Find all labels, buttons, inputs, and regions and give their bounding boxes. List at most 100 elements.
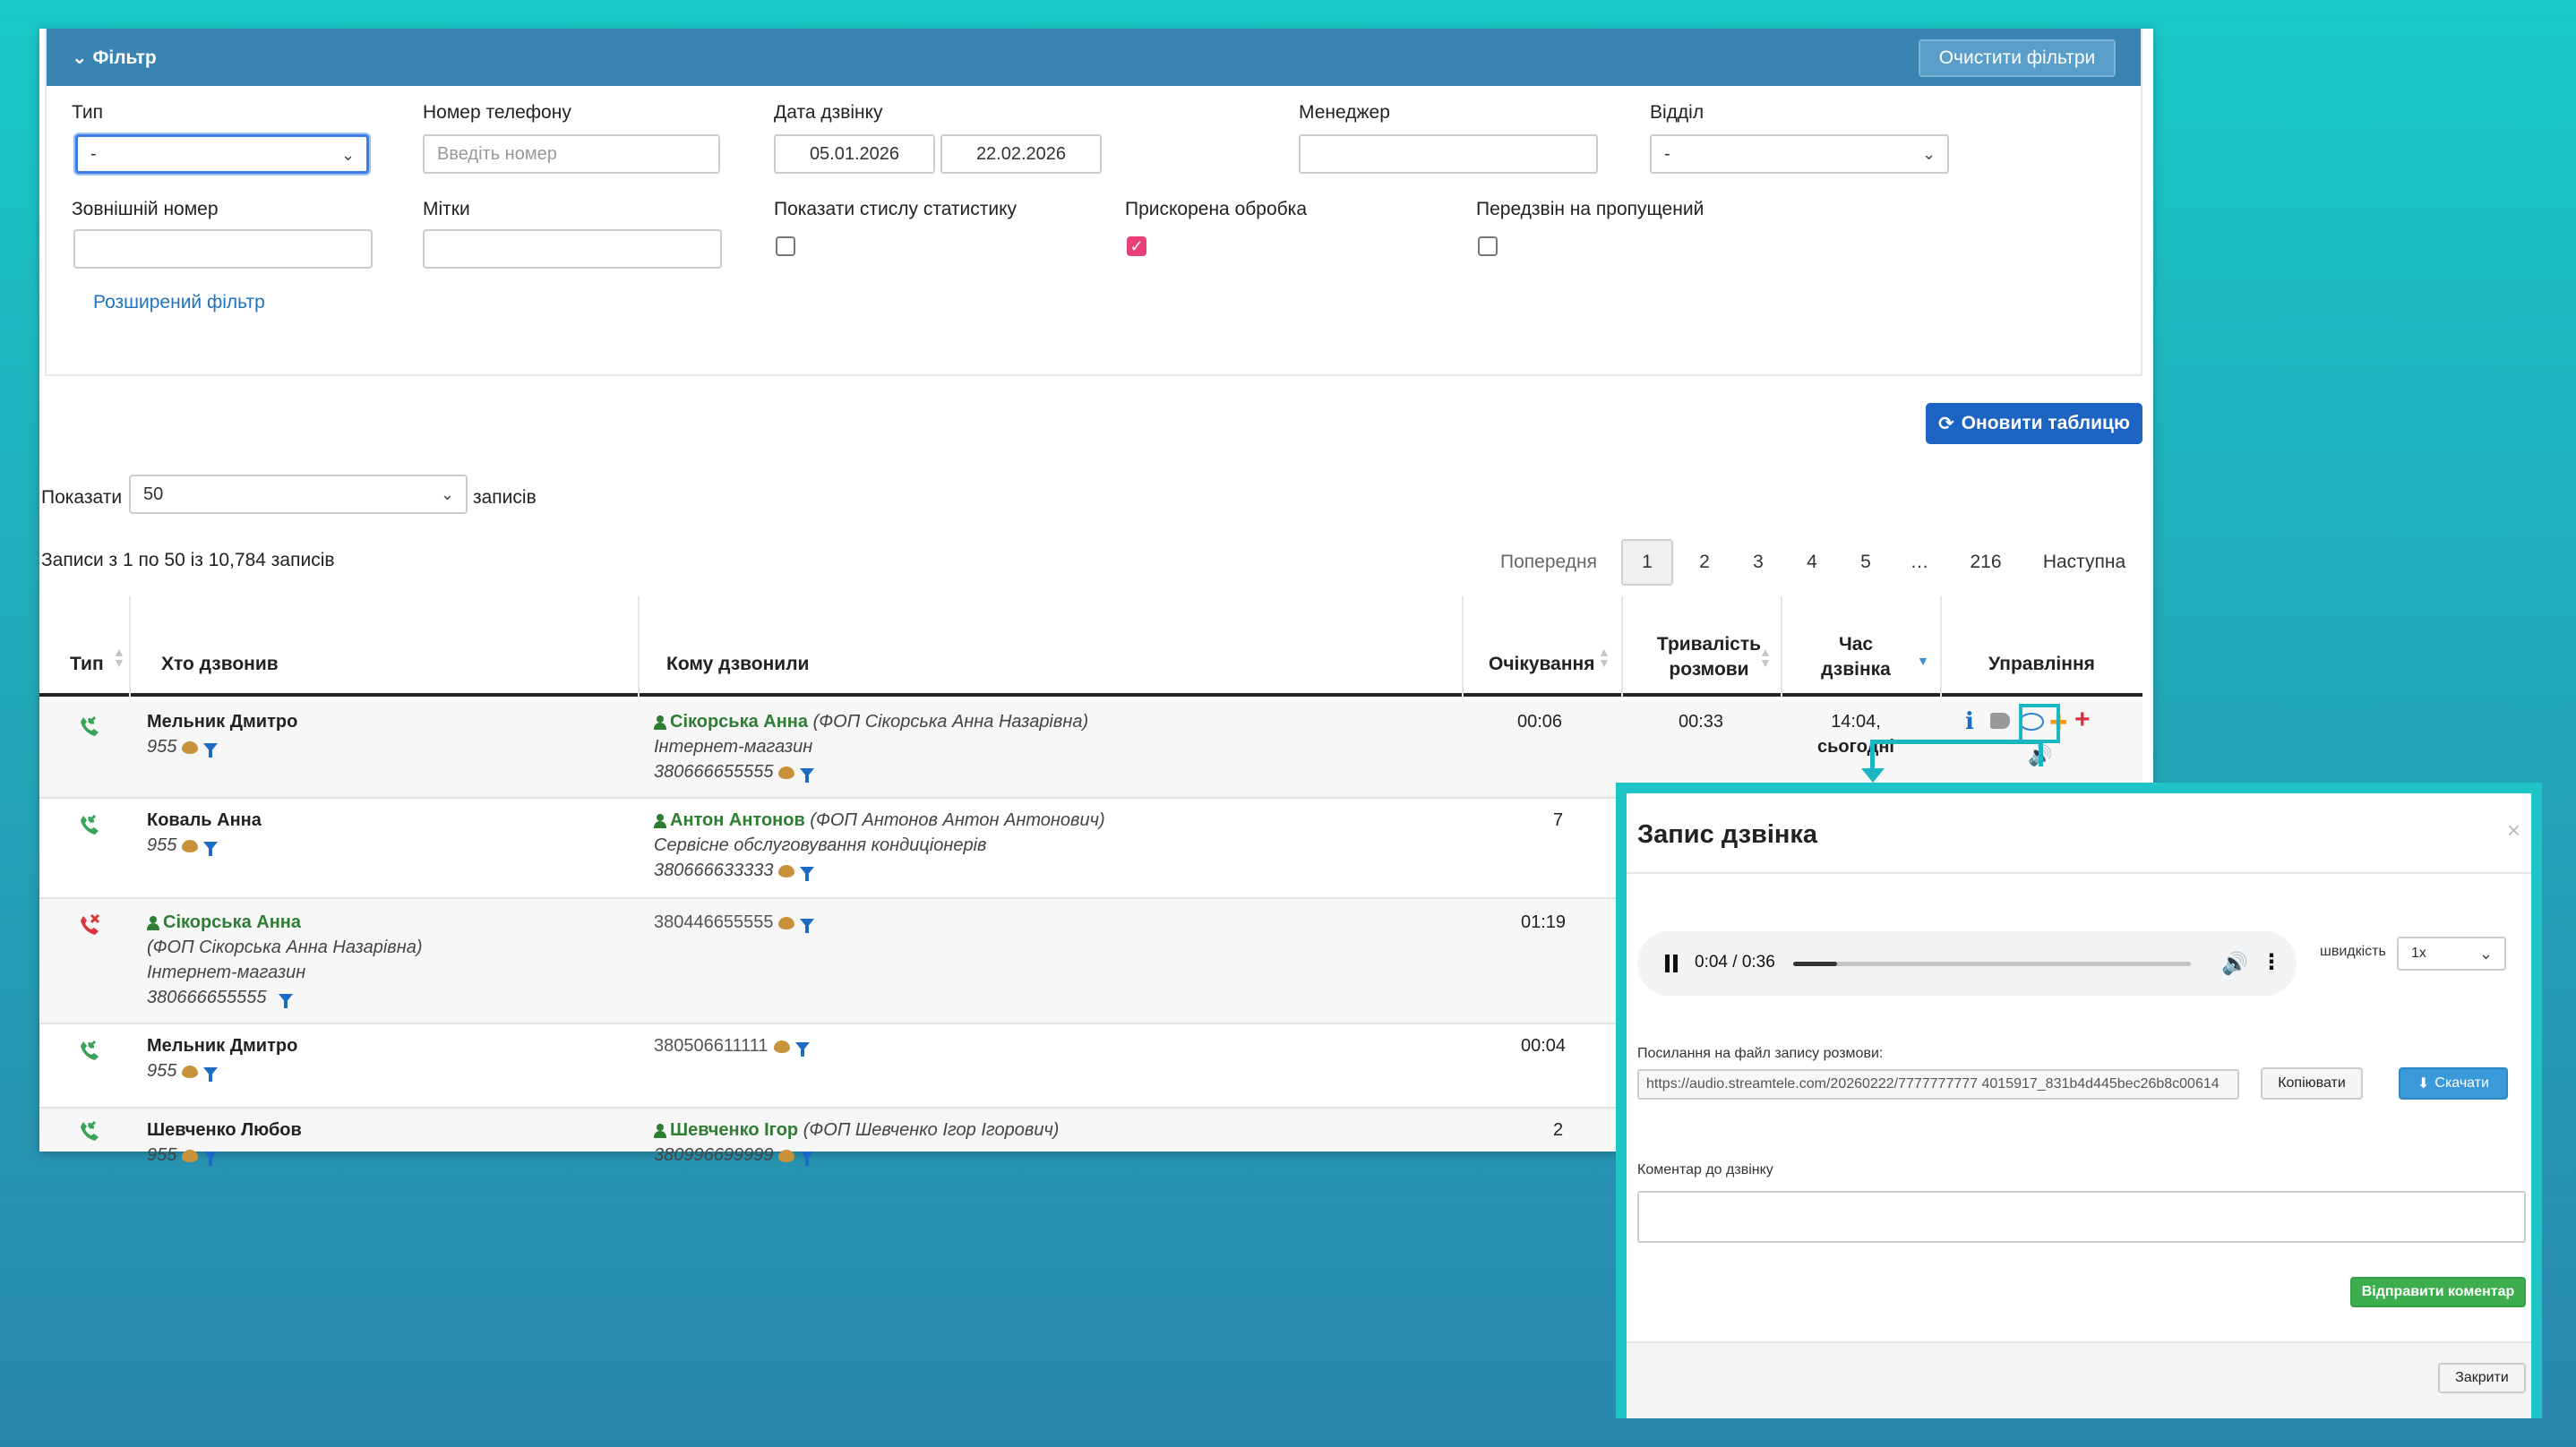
phone-label: Номер телефону — [423, 102, 571, 123]
pause-icon[interactable] — [1664, 955, 1679, 972]
short-stats-label: Показати стислу статистику — [774, 199, 1018, 219]
caller-name[interactable]: Сікорська Анна — [163, 912, 301, 932]
date-to-input[interactable]: 22.02.2026 — [940, 134, 1102, 174]
type-label: Тип — [72, 102, 104, 123]
phone-input[interactable]: Введіть номер — [423, 134, 720, 174]
tag-icon[interactable] — [1990, 713, 2010, 729]
fast-processing-checkbox[interactable]: ✓ — [1127, 236, 1146, 256]
col-wait[interactable]: Очікування — [1489, 654, 1594, 675]
clear-filters-button[interactable]: Очистити фільтри — [1919, 39, 2116, 77]
callback-missed-checkbox[interactable] — [1478, 236, 1498, 256]
copy-button[interactable]: Копіювати — [2261, 1067, 2363, 1100]
comment-icon[interactable] — [182, 1149, 199, 1162]
col-who[interactable]: Хто дзвонив — [161, 654, 279, 675]
filter-icon[interactable] — [800, 866, 815, 881]
close-icon[interactable]: × — [2507, 817, 2520, 844]
department-select[interactable]: - ⌄ — [1650, 134, 1949, 174]
caller-name[interactable]: Коваль Анна — [147, 808, 262, 833]
filter-icon[interactable] — [203, 1151, 219, 1166]
advanced-filter-link[interactable]: Розширений фільтр — [93, 292, 265, 313]
filter-icon[interactable] — [800, 767, 815, 783]
page-3-button[interactable]: 3 — [1732, 539, 1784, 586]
download-button[interactable]: ⬇ Скачати — [2399, 1067, 2508, 1100]
filter-header[interactable]: ⌄ Фільтр Очистити фільтри — [47, 29, 2141, 86]
refresh-table-button[interactable]: ⟳ Оновити таблицю — [1926, 403, 2142, 444]
callee-name[interactable]: Сікорська Анна — [670, 712, 808, 732]
records-suffix: записів — [473, 487, 537, 508]
page-2-button[interactable]: 2 — [1679, 539, 1730, 586]
type-select[interactable]: - ⌄ — [75, 134, 369, 174]
close-button[interactable]: Закрити — [2438, 1363, 2526, 1393]
comment-icon[interactable] — [778, 916, 795, 929]
seek-bar[interactable] — [1793, 962, 2191, 966]
sort-icon[interactable]: ▲ ▼ — [1759, 646, 1772, 669]
filter-icon[interactable] — [203, 841, 219, 856]
duration: 00:33 — [1679, 712, 1724, 732]
player-time: 0:04 / 0:36 — [1695, 953, 1775, 972]
col-type[interactable]: Тип — [70, 654, 104, 675]
callee-phone: 380506611111 — [654, 1036, 769, 1056]
add-icon[interactable]: + — [2074, 706, 2091, 733]
comment-icon[interactable] — [778, 766, 795, 779]
link-label: Посилання на файл запису розмови: — [1637, 1046, 1884, 1061]
short-stats-checkbox[interactable] — [776, 236, 795, 256]
connector-arrow — [1861, 768, 1885, 783]
comment-icon[interactable] — [182, 1065, 199, 1078]
speed-select[interactable]: 1x ⌄ — [2397, 937, 2506, 971]
page-216-button[interactable]: 216 — [1953, 539, 2019, 586]
col-time[interactable]: Час дзвінка — [1804, 632, 1908, 682]
table-header: Тип ▲ ▼ Хто дзвонив Кому дзвонили Очікува… — [39, 596, 2142, 697]
comment-icon[interactable] — [778, 864, 795, 878]
col-whom[interactable]: Кому дзвонили — [666, 654, 809, 675]
audio-player[interactable]: 0:04 / 0:36 🔊 ⋮ — [1637, 931, 2297, 996]
callee-phone: 380996699999 — [654, 1145, 774, 1165]
page-5-button[interactable]: 5 — [1840, 539, 1892, 586]
page-4-button[interactable]: 4 — [1786, 539, 1838, 586]
callee-fop: (ФОП Шевченко Ігор Ігорович) — [803, 1120, 1060, 1140]
caller-desc: Інтернет-магазин — [147, 963, 306, 982]
col-duration[interactable]: Тривалість розмови — [1652, 632, 1766, 682]
caller-name[interactable]: Мельник Дмитро — [147, 709, 297, 734]
manager-input[interactable] — [1299, 134, 1598, 174]
filter-icon[interactable] — [800, 1151, 815, 1166]
date-from-input[interactable]: 05.01.2026 — [774, 134, 935, 174]
sort-icon[interactable]: ▲ ▼ — [113, 646, 125, 669]
sort-icon[interactable]: ▲ ▼ — [1598, 646, 1610, 669]
comment-icon[interactable] — [773, 1040, 790, 1053]
filter-icon[interactable] — [800, 918, 815, 933]
filter-title[interactable]: ⌄ Фільтр — [72, 47, 157, 69]
volume-icon[interactable]: 🔊 — [2221, 951, 2248, 977]
info-icon[interactable]: i — [1965, 709, 1974, 734]
callee-name[interactable]: Антон Антонов — [670, 810, 805, 830]
person-icon — [654, 1123, 666, 1138]
sort-desc-icon[interactable]: ▼ — [1917, 655, 1929, 667]
callee-name[interactable]: Шевченко Ігор — [670, 1120, 798, 1140]
chevron-down-icon: ⌄ — [72, 47, 88, 68]
filter-icon[interactable] — [203, 742, 219, 758]
caller-name[interactable]: Шевченко Любов — [147, 1117, 302, 1143]
external-number-input[interactable] — [73, 229, 373, 269]
record-link-input[interactable]: https://audio.streamtele.com/20260222/77… — [1637, 1069, 2239, 1100]
incoming-call-icon — [81, 1120, 99, 1141]
caller-name[interactable]: Мельник Дмитро — [147, 1033, 297, 1058]
chevron-down-icon: ⌄ — [2479, 945, 2494, 963]
callee-fop: (ФОП Антонов Антон Антонович) — [810, 810, 1105, 830]
connector-line — [1870, 740, 2042, 744]
comment-icon[interactable] — [182, 839, 199, 852]
comment-textarea[interactable] — [1637, 1191, 2526, 1243]
more-options-icon[interactable]: ⋮ — [2261, 949, 2282, 975]
chevron-down-icon: ⌄ — [1922, 145, 1936, 163]
filter-icon[interactable] — [794, 1041, 810, 1057]
next-page-button[interactable]: Наступна — [2026, 539, 2142, 586]
filter-icon[interactable] — [279, 993, 294, 1008]
send-comment-button[interactable]: Відправити коментар — [2350, 1277, 2526, 1307]
page-1-button[interactable]: 1 — [1621, 539, 1673, 586]
page-size-select[interactable]: 50 ⌄ — [129, 475, 468, 514]
comment-icon[interactable] — [778, 1149, 795, 1162]
department-label: Відділ — [1650, 102, 1704, 123]
comment-icon[interactable] — [182, 741, 199, 754]
download-icon: ⬇ — [2417, 1076, 2430, 1092]
prev-page-button[interactable]: Попередня — [1490, 539, 1607, 586]
filter-icon[interactable] — [203, 1066, 219, 1082]
tags-input[interactable] — [423, 229, 722, 269]
